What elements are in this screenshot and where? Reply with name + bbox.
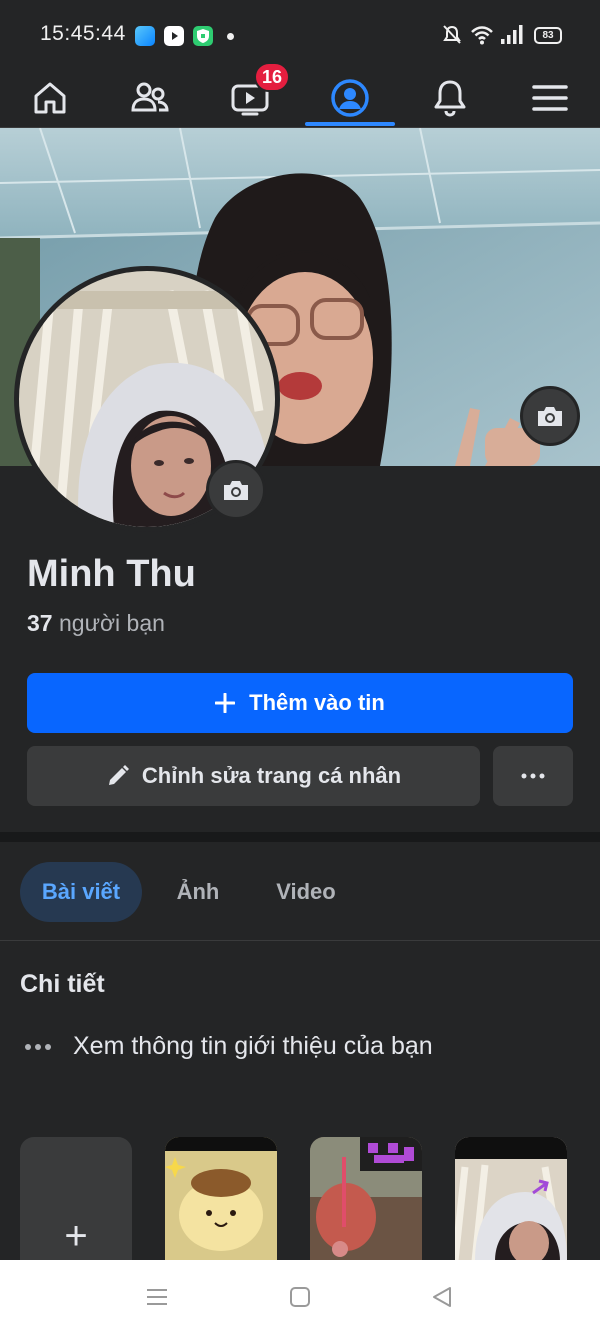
nav-home[interactable]	[0, 70, 100, 126]
home-icon	[34, 82, 66, 114]
notifications-icon	[434, 80, 466, 117]
profile-icon	[331, 79, 369, 117]
camera-icon	[538, 407, 562, 426]
nav-friends[interactable]	[100, 70, 200, 126]
edit-avatar-button[interactable]	[206, 460, 266, 520]
signal-icon	[501, 25, 523, 44]
plus-icon: +	[64, 1214, 88, 1258]
active-tab-indicator	[305, 122, 395, 126]
plus-icon	[215, 693, 236, 713]
view-intro-link[interactable]: Xem thông tin giới thiệu của bạn	[73, 1032, 433, 1061]
recent-apps-icon[interactable]	[145, 1287, 169, 1307]
more-dots-icon	[521, 773, 545, 779]
pencil-icon	[108, 765, 129, 785]
shield-vpn-icon	[193, 26, 213, 46]
youtube-icon	[164, 26, 184, 46]
highlight-card-3[interactable]	[455, 1137, 567, 1261]
home-button-icon[interactable]	[289, 1286, 311, 1308]
messenger-icon	[135, 26, 155, 46]
system-navigation-bar	[0, 1260, 600, 1333]
profile-name: Minh Thu	[27, 553, 196, 595]
watch-badge: 16	[254, 62, 290, 92]
wifi-icon	[471, 26, 493, 45]
edit-cover-button[interactable]	[520, 386, 580, 446]
friends-label: người bạn	[58, 610, 165, 636]
status-bar: 15:45:44 83	[0, 0, 600, 70]
edit-profile-label: Chỉnh sửa trang cá nhân	[141, 763, 402, 788]
more-dots-icon	[25, 1044, 51, 1050]
add-to-story-button[interactable]: Thêm vào tin	[27, 673, 573, 733]
add-highlight-card[interactable]: +	[20, 1137, 132, 1261]
top-navigation	[0, 70, 600, 128]
add-to-story-label: Thêm vào tin	[249, 690, 385, 715]
tab-photos[interactable]: Ảnh	[160, 862, 236, 922]
friends-number: 37	[27, 610, 53, 636]
more-options-button[interactable]	[493, 746, 573, 806]
menu-icon	[532, 85, 568, 111]
friends-icon	[131, 82, 169, 112]
nav-profile[interactable]	[300, 70, 400, 126]
back-icon[interactable]	[430, 1285, 454, 1309]
tabs-divider	[0, 940, 600, 941]
mute-bell-icon	[443, 25, 461, 44]
nav-menu[interactable]	[500, 70, 600, 126]
tab-videos[interactable]: Video	[258, 862, 354, 922]
highlight-card-1[interactable]	[165, 1137, 277, 1261]
friends-count[interactable]: 37 người bạn	[27, 610, 165, 637]
details-heading: Chi tiết	[20, 970, 105, 998]
tab-posts[interactable]: Bài viết	[20, 862, 142, 922]
nav-notifications[interactable]	[400, 70, 500, 126]
battery-icon: 83	[534, 27, 562, 44]
highlight-card-2[interactable]	[310, 1137, 422, 1261]
status-time: 15:45:44	[40, 22, 126, 45]
section-divider	[0, 832, 600, 842]
camera-icon	[224, 481, 248, 500]
notification-dot	[227, 33, 234, 40]
edit-profile-button[interactable]: Chỉnh sửa trang cá nhân	[27, 746, 480, 806]
